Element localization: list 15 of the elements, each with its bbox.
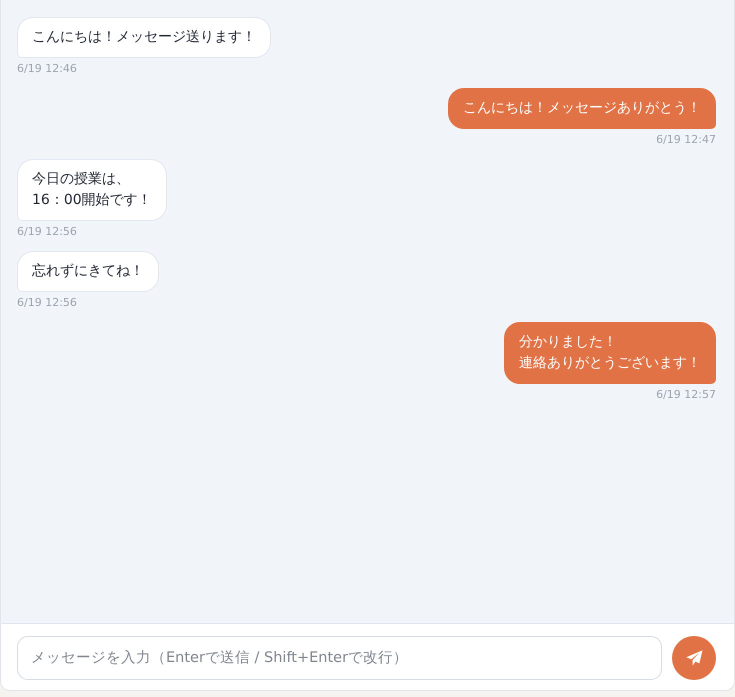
- send-button[interactable]: [672, 636, 716, 680]
- message-text: 忘れずにきてね！: [32, 262, 144, 281]
- message-text: こんにちは！メッセージ送ります！: [32, 28, 256, 47]
- message-text: 16：00開始です！: [32, 191, 152, 210]
- message-text: こんにちは！メッセージありがとう！: [463, 99, 701, 118]
- message-text: 連絡ありがとうございます！: [519, 354, 701, 373]
- message-timestamp: 6/19 12:56: [17, 296, 77, 310]
- paper-plane-icon: [686, 650, 702, 666]
- message-text: 今日の授業は、: [32, 170, 130, 189]
- message-timestamp: 6/19 12:57: [656, 388, 716, 402]
- message-input[interactable]: メッセージを入力（Enterで送信 / Shift+Enterで改行）: [17, 636, 662, 680]
- message-timestamp: 6/19 12:46: [17, 62, 77, 76]
- message-timestamp: 6/19 12:47: [656, 133, 716, 147]
- message-text: 分かりました！: [519, 333, 617, 352]
- message-timestamp: 6/19 12:56: [17, 225, 77, 239]
